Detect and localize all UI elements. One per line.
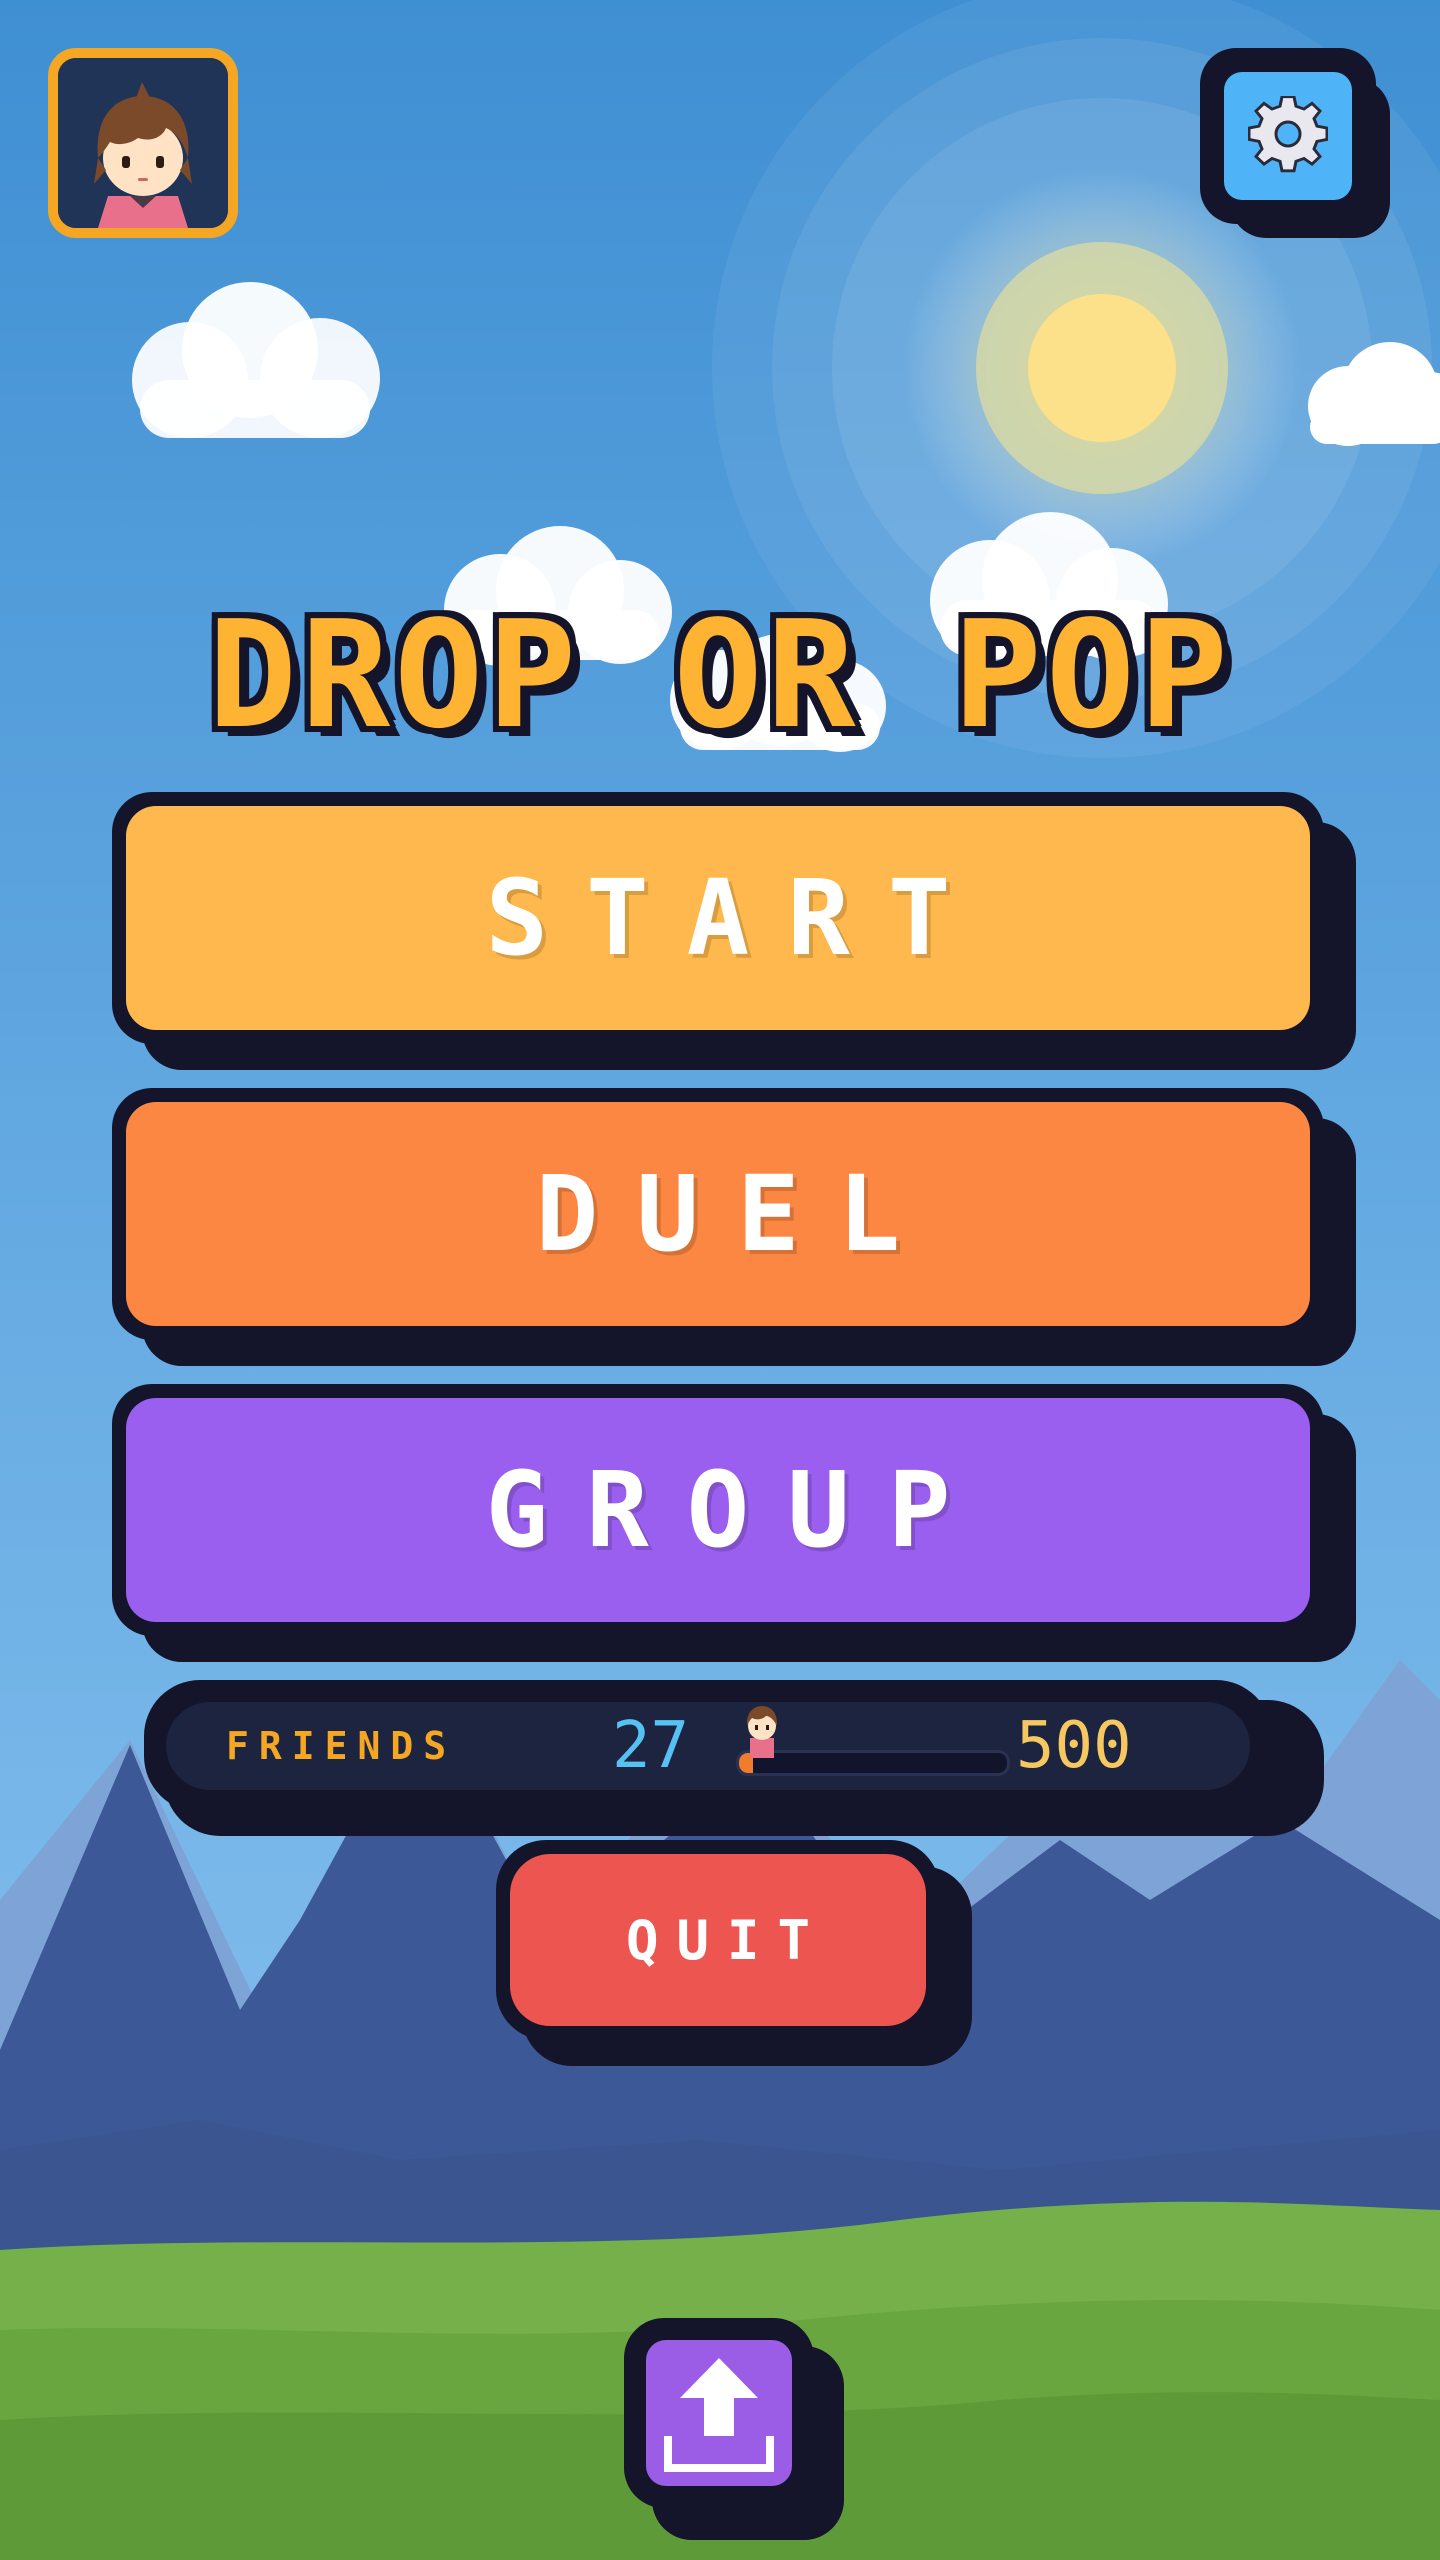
friends-goal: 500 bbox=[1016, 1709, 1132, 1783]
profile-avatar-button[interactable] bbox=[48, 48, 238, 238]
friends-label: FRIENDS bbox=[226, 1724, 457, 1768]
game-scene: DROP OR POP START DUEL GROUP FRIENDS 27 … bbox=[0, 0, 1440, 2560]
group-button-face: GROUP bbox=[126, 1398, 1310, 1622]
friends-bar-inner: FRIENDS 27 500 bbox=[166, 1702, 1250, 1790]
settings-button-face bbox=[1224, 72, 1352, 200]
game-title: DROP OR POP bbox=[207, 589, 1233, 761]
group-button-label: GROUP bbox=[485, 1449, 989, 1571]
player-avatar-icon bbox=[58, 58, 228, 228]
settings-button[interactable] bbox=[1200, 48, 1376, 224]
quit-button[interactable]: QUIT bbox=[496, 1840, 940, 2040]
share-button-face bbox=[646, 2340, 792, 2486]
duel-button-face: DUEL bbox=[126, 1102, 1310, 1326]
start-button-face: START bbox=[126, 806, 1310, 1030]
quit-control: QUIT bbox=[496, 1840, 972, 2066]
duel-button[interactable]: DUEL bbox=[112, 1088, 1324, 1340]
duel-control: DUEL bbox=[112, 1088, 1356, 1366]
friends-progress-panel: FRIENDS 27 500 bbox=[144, 1680, 1324, 1836]
group-button[interactable]: GROUP bbox=[112, 1384, 1324, 1636]
settings-control bbox=[1200, 48, 1390, 238]
share-button[interactable] bbox=[624, 2318, 814, 2508]
quit-button-label: QUIT bbox=[625, 1908, 829, 1972]
start-control: START bbox=[112, 792, 1356, 1070]
progress-avatar-icon bbox=[746, 1706, 778, 1758]
share-control bbox=[624, 2318, 844, 2540]
duel-button-label: DUEL bbox=[535, 1153, 939, 1275]
gear-icon bbox=[1248, 96, 1328, 173]
start-button[interactable]: START bbox=[112, 792, 1324, 1044]
friends-count: 27 bbox=[612, 1709, 690, 1783]
start-button-label: START bbox=[485, 857, 989, 979]
upload-icon bbox=[664, 2358, 774, 2472]
group-control: GROUP bbox=[112, 1384, 1356, 1662]
quit-button-face: QUIT bbox=[510, 1854, 926, 2026]
friends-bar: FRIENDS 27 500 bbox=[144, 1680, 1272, 1812]
